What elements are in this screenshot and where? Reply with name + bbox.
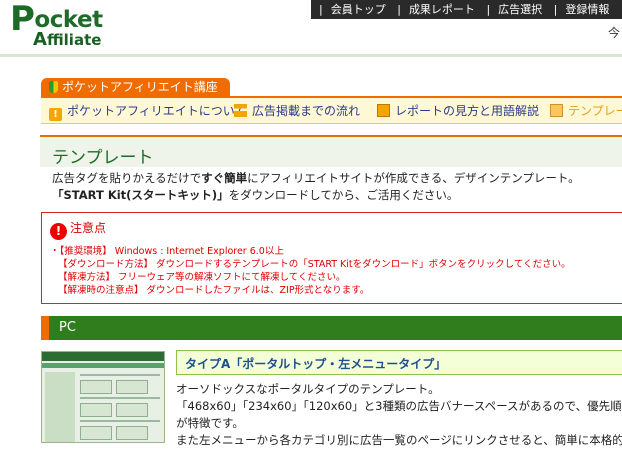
page-title: テンプレート xyxy=(52,148,154,168)
exclamation-icon: ! xyxy=(49,108,62,121)
warning-icon: ! xyxy=(50,223,67,240)
caution-line: 【解凍時の注意点】 ダウンロードしたファイルは、ZIP形式となります。 xyxy=(58,285,370,296)
template-title-bar: テンプレート xyxy=(40,135,622,168)
header-divider xyxy=(0,54,622,57)
caution-heading: ! 注意点 xyxy=(50,219,106,240)
header-tail-text: 今 xyxy=(607,26,620,40)
course-item-about[interactable]: ! ポケットアフィリエイトについて xyxy=(49,98,246,124)
logo-line-2: Affiliate xyxy=(33,29,102,50)
flow-icon xyxy=(234,104,247,117)
template-a-title[interactable]: タイプA「ポータルトップ・左メニュータイプ」 xyxy=(176,350,622,375)
caution-list: ・【推奨環境】 Windows : Internet Explorer 6.0以… xyxy=(50,245,620,297)
pocket-affiliate-logo[interactable]: Pocket Affiliate xyxy=(10,0,110,52)
caution-box: ! 注意点 ・【推奨環境】 Windows : Internet Explorer… xyxy=(41,212,622,304)
course-item-flow[interactable]: 広告掲載までの流れ xyxy=(234,98,360,124)
caution-line: 【解凍方法】 フリーウェア等の解凍ソフトにて解凍してください。 xyxy=(58,272,346,283)
nav-registration[interactable]: 登録情報 xyxy=(565,0,609,19)
template-a-thumbnail[interactable] xyxy=(41,351,165,443)
course-item-template[interactable]: テンプレー xyxy=(550,98,622,124)
course-item-report-guide[interactable]: レポートの見方と用語解説 xyxy=(377,98,539,124)
top-navigation: | 会員トップ | 成果レポート | 広告選択 | 登録情報 xyxy=(311,0,622,19)
course-menu: ! ポケットアフィリエイトについて 広告掲載までの流れ レポートの見方と用語解説 … xyxy=(41,96,622,124)
template-a-description: オーソドックスなポータルタイプのテンプレート。 「468x60」「234x60」… xyxy=(176,382,622,447)
pc-section-header: PC xyxy=(41,316,622,340)
template-intro: 広告タグを貼りかえるだけですぐ簡単にアフィリエイトサイトが作成できる、デザインテ… xyxy=(52,171,580,202)
logo-line-1: Pocket xyxy=(10,0,103,39)
caution-line: ・【推奨環境】 Windows : Internet Explorer 6.0以… xyxy=(50,246,284,257)
nav-results-report[interactable]: 成果レポート xyxy=(409,0,475,19)
beginner-mark-icon xyxy=(49,81,58,93)
course-title-tab: ポケットアフィリエイト講座 xyxy=(41,78,230,96)
nav-ad-select[interactable]: 広告選択 xyxy=(498,0,542,19)
caution-line: 【ダウンロード方法】 ダウンロードするテンプレートの「START Kitをダウン… xyxy=(58,259,571,270)
site-header: Pocket Affiliate | 会員トップ | 成果レポート | 広告選択 | 登… xyxy=(0,0,622,57)
document-icon xyxy=(550,104,563,117)
nav-member-top[interactable]: 会員トップ xyxy=(331,0,386,19)
book-icon xyxy=(377,104,390,117)
